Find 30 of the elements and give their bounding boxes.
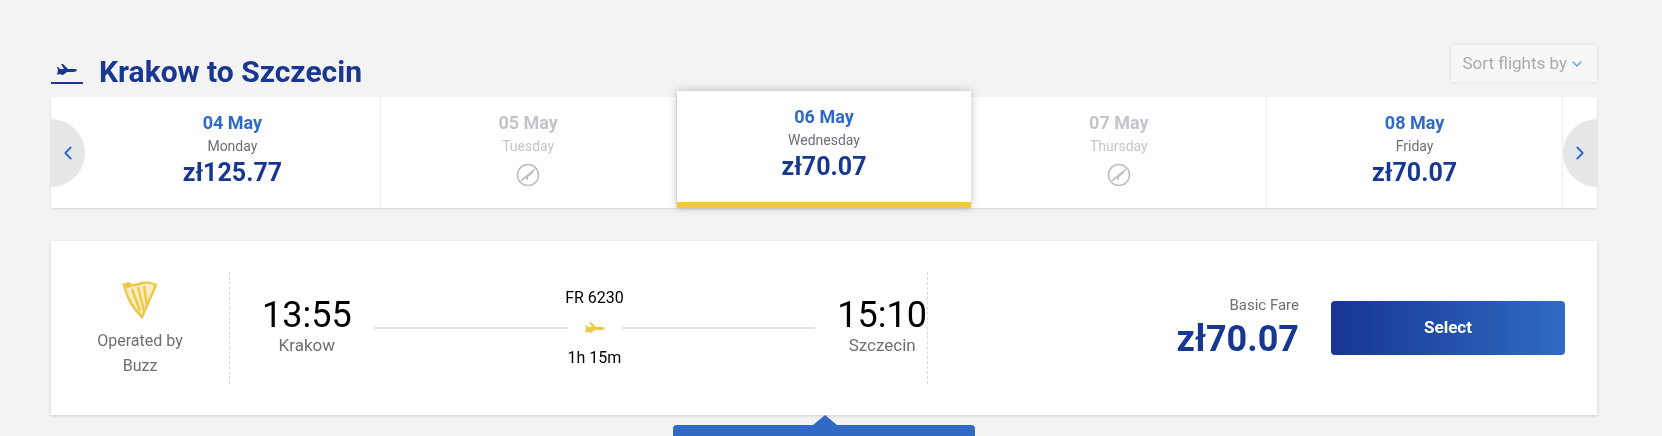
weekday-label: Friday — [1395, 137, 1434, 156]
duration: 1h 15m — [567, 347, 622, 369]
date-label: 06 May — [794, 105, 854, 129]
date-label: 07 May — [1089, 111, 1149, 135]
departure-city: Krakow — [278, 334, 336, 358]
operator-name: Buzz — [122, 355, 158, 377]
day-price: zł70.07 — [781, 151, 867, 183]
day-price: zł70.07 — [1372, 157, 1458, 189]
date-label: 05 May — [498, 111, 558, 135]
date-tab[interactable]: 04 May Monday zł125.77 — [85, 97, 381, 208]
date-tab[interactable]: 08 May Friday zł70.07 — [1267, 97, 1563, 208]
arrival-city: Szczecin — [848, 334, 916, 358]
departure-time: 13:55 — [262, 297, 352, 334]
weekday-label: Tuesday — [502, 137, 555, 156]
fare-price: zł70.07 — [1176, 316, 1299, 362]
date-tab[interactable]: 06 May Wednesday zł70.07 — [676, 91, 972, 208]
weekday-label: Wednesday — [788, 131, 860, 150]
weekday-label: Monday — [207, 137, 258, 156]
flight-number: FR 6230 — [565, 287, 624, 309]
fare-label: Basic Fare — [1229, 295, 1299, 317]
operator-label: Operated by — [97, 330, 183, 352]
arrival-time: 15:10 — [837, 297, 927, 334]
no-flight-icon — [1106, 163, 1131, 187]
weekday-label: Thursday — [1089, 137, 1148, 156]
select-button[interactable]: Select — [1331, 301, 1565, 355]
no-flight-icon — [516, 163, 541, 187]
day-price: zł125.77 — [182, 157, 283, 189]
page-title: Krakow to Szczecin — [99, 52, 362, 91]
date-label: 04 May — [202, 111, 263, 135]
date-label: 08 May — [1384, 111, 1445, 135]
